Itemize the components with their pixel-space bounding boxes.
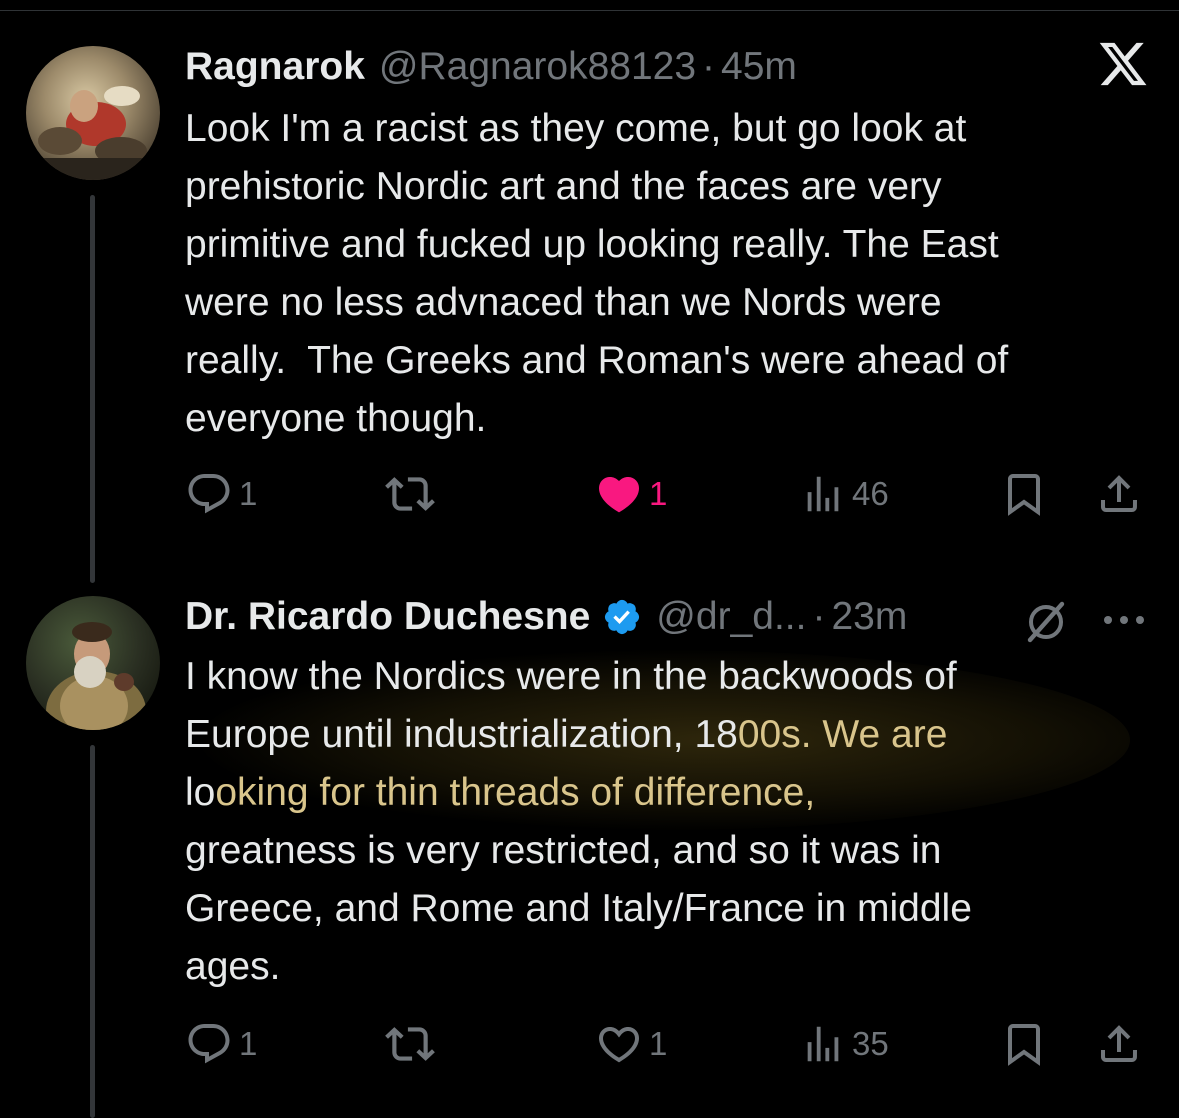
tweet[interactable]: Dr. Ricardo Duchesne @dr_d... · 23m I kn… [0,560,1179,1118]
reply-icon [188,1024,230,1064]
separator-dot: · [812,595,826,638]
timestamp[interactable]: 45m [721,45,797,89]
tweet-header: Ragnarok @Ragnarok88123 · 45m [185,40,1159,94]
author-name[interactable]: Dr. Ricardo Duchesne [185,595,590,639]
retweet-icon [385,477,435,511]
share-icon [1101,475,1137,512]
text-line: really. The Greeks and Roman's were ahea… [185,339,1009,382]
tweet-actions: 1 1 46 [185,466,1155,522]
bookmark-icon [1008,1024,1040,1066]
text-line: Greece, and Rome and Italy/France in mid… [185,887,972,930]
reply-count: 1 [239,1025,258,1062]
highlighted-text: oking for thin threads of difference, [215,771,816,814]
verified-badge-icon [602,597,642,637]
text-line: greatness is very restricted, and so it … [185,829,942,872]
text-line: prehistoric Nordic art and the faces are… [185,165,942,208]
author-name[interactable]: Ragnarok [185,45,365,89]
retweet-button[interactable] [385,1016,441,1072]
bookmark-button[interactable] [1000,1016,1048,1072]
text-line: I know the Nordics were in the backwoods… [185,655,957,698]
retweet-button[interactable] [385,466,441,522]
author-handle[interactable]: @Ragnarok88123 [379,45,696,89]
text-line: looking for thin threads of difference, [185,764,1155,822]
text-line: were no less advnaced than we Nords were [185,281,942,324]
text-segment: lo [185,771,216,814]
text-line: primitive and fucked up looking really. … [185,223,999,266]
tweet-text: I know the Nordics were in the backwoods… [185,648,1155,996]
tweet[interactable]: Ragnarok @Ragnarok88123 · 45m Look I'm a… [0,0,1179,560]
text-line: everyone though. [185,397,487,440]
like-button[interactable]: 1 [595,1016,667,1072]
reply-button[interactable]: 1 [185,466,257,522]
share-icon [1101,1025,1137,1062]
views-button[interactable]: 35 [800,1016,889,1072]
tweet-actions: 1 1 35 [185,1016,1155,1072]
avatar[interactable] [26,596,160,730]
heart-icon [598,477,640,513]
views-count: 35 [852,1025,889,1062]
views-button[interactable]: 46 [800,466,889,522]
avatar[interactable] [26,46,160,180]
highlighted-text: 00s. We are [737,713,948,756]
reply-icon [188,474,230,514]
text-line: Europe until industrialization, 1800s. W… [185,706,1155,764]
more-icon[interactable] [1100,600,1148,645]
reply-button[interactable]: 1 [185,1016,257,1072]
text-segment: Europe until industrialization, 18 [185,713,738,756]
timestamp[interactable]: 23m [831,595,907,639]
views-icon [807,476,839,512]
separator-dot: · [702,45,716,88]
reply-count: 1 [239,475,258,512]
like-count: 1 [649,1025,668,1062]
bookmark-icon [1008,474,1040,516]
grok-icon[interactable] [1022,598,1070,651]
retweet-icon [385,1027,435,1061]
text-line: ages. [185,945,281,988]
tweet-text: Look I'm a racist as they come, but go l… [185,100,1155,448]
bookmark-button[interactable] [1000,466,1048,522]
views-count: 46 [852,475,889,512]
tweet-header: Dr. Ricardo Duchesne @dr_d... · 23m [185,590,1159,644]
share-button[interactable] [1095,1016,1143,1072]
share-button[interactable] [1095,466,1143,522]
author-handle[interactable]: @dr_d... [656,595,806,639]
heart-icon [598,1027,640,1063]
like-button[interactable]: 1 [595,466,667,522]
views-icon [807,1026,839,1062]
like-count: 1 [649,475,668,512]
text-line: Look I'm a racist as they come, but go l… [185,107,967,150]
